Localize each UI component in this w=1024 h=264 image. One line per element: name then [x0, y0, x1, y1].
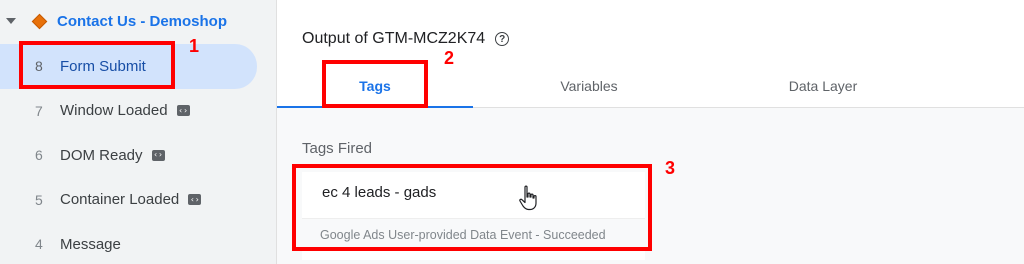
sidebar-item-dom-ready[interactable]: 6 DOM Ready ‹›	[0, 133, 276, 178]
tag-card[interactable]: ec 4 leads - gads Google Ads User-provid…	[302, 172, 645, 260]
tags-fired-section: Tags Fired ec 4 leads - gads Google Ads …	[277, 108, 1024, 264]
event-number: 4	[35, 236, 43, 253]
sidebar-item-container-loaded[interactable]: 5 Container Loaded ‹›	[0, 178, 276, 223]
event-label: Window Loaded	[60, 102, 168, 120]
code-badge-icon: ‹›	[188, 194, 202, 206]
tag-status-bar: Google Ads User-provided Data Event - Su…	[302, 218, 645, 250]
event-number: 7	[35, 102, 43, 119]
event-number: 8	[35, 58, 43, 75]
hand-pointer-icon	[519, 185, 537, 211]
event-number: 5	[35, 191, 43, 208]
tab-data-layer[interactable]: Data Layer	[705, 64, 941, 108]
event-sidebar: Contact Us - Demoshop 8 Form Submit 7 Wi…	[0, 0, 276, 264]
tag-status: Google Ads User-provided Data Event - Su…	[320, 228, 606, 242]
sidebar-item-message[interactable]: 4 Message	[0, 222, 276, 264]
section-title: Tags Fired	[302, 140, 373, 157]
annotation-number-1: 1	[189, 36, 200, 56]
tab-bar: Tags Variables Data Layer	[277, 64, 1024, 108]
event-label: DOM Ready	[60, 146, 143, 164]
diamond-icon	[31, 13, 48, 29]
event-label: Container Loaded	[60, 191, 180, 209]
code-badge-icon: ‹›	[176, 105, 190, 117]
annotation-number-3: 3	[665, 158, 676, 178]
event-list: 8 Form Submit 7 Window Loaded ‹› 6 DOM R…	[0, 44, 276, 264]
summary-title[interactable]: Contact Us - Demoshop	[57, 13, 227, 30]
caret-down-icon[interactable]	[6, 18, 16, 24]
event-label: Form Submit	[60, 57, 146, 75]
output-panel: Output of GTM-MCZ2K74 ? Tags Variables D…	[276, 0, 1024, 264]
sidebar-item-form-submit[interactable]: 8 Form Submit	[0, 44, 257, 89]
tag-name: ec 4 leads - gads	[322, 184, 437, 201]
event-label: Message	[60, 235, 121, 253]
event-number: 6	[35, 147, 43, 164]
output-title-text: Output of GTM-MCZ2K74	[302, 30, 486, 47]
sidebar-item-window-loaded[interactable]: 7 Window Loaded ‹›	[0, 89, 276, 134]
summary-row[interactable]: Contact Us - Demoshop	[6, 8, 227, 34]
help-icon[interactable]: ?	[495, 32, 510, 46]
code-badge-icon: ‹›	[151, 149, 165, 161]
annotation-number-2: 2	[444, 48, 455, 68]
output-title: Output of GTM-MCZ2K74 ?	[302, 30, 510, 48]
tab-tags[interactable]: Tags	[277, 64, 473, 108]
tab-variables[interactable]: Variables	[473, 64, 705, 108]
